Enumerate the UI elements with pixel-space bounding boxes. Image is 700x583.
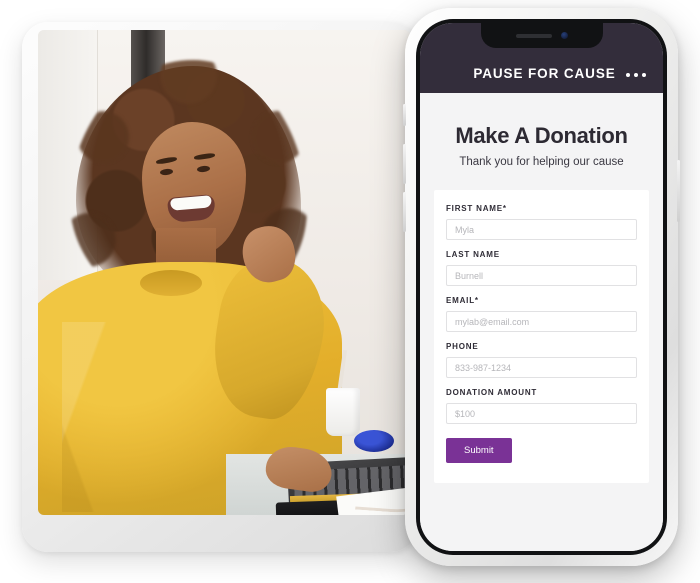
phone-screen: PAUSE FOR CAUSE Make A Donation Thank yo… bbox=[420, 23, 663, 551]
tablet-device bbox=[22, 22, 417, 552]
phone-power-button[interactable] bbox=[677, 160, 680, 222]
photo-smile bbox=[166, 193, 217, 224]
field-donation-amount: DONATION AMOUNT bbox=[446, 388, 637, 424]
donation-app: PAUSE FOR CAUSE Make A Donation Thank yo… bbox=[420, 23, 663, 551]
photo-eye-left bbox=[159, 168, 174, 176]
kebab-dot bbox=[642, 73, 646, 77]
tablet-screen bbox=[38, 30, 410, 515]
app-body: Make A Donation Thank you for helping ou… bbox=[420, 93, 663, 551]
photo-blue-scrunchie bbox=[354, 430, 394, 452]
donation-amount-input[interactable] bbox=[446, 403, 637, 424]
phone-label: PHONE bbox=[446, 342, 479, 351]
last-name-label: LAST NAME bbox=[446, 250, 500, 259]
page-subtitle: Thank you for helping our cause bbox=[459, 156, 624, 168]
front-camera-icon bbox=[560, 32, 568, 39]
phone-input[interactable] bbox=[446, 357, 637, 378]
photo-coffee-cup bbox=[326, 388, 360, 436]
phone-frame: PAUSE FOR CAUSE Make A Donation Thank yo… bbox=[416, 19, 667, 555]
app-brand-title: PAUSE FOR CAUSE bbox=[473, 66, 616, 81]
donation-form-card: FIRST NAME* LAST NAME EMAIL* bbox=[434, 190, 649, 483]
photo-cable bbox=[355, 479, 410, 515]
field-email: EMAIL* bbox=[446, 296, 637, 332]
phone-notch bbox=[480, 23, 603, 48]
phone-device: PAUSE FOR CAUSE Make A Donation Thank yo… bbox=[403, 8, 680, 566]
kebab-dot bbox=[626, 73, 630, 77]
first-name-label: FIRST NAME* bbox=[446, 204, 507, 213]
mockup-scene: PAUSE FOR CAUSE Make A Donation Thank yo… bbox=[0, 0, 700, 583]
phone-volume-down-button[interactable] bbox=[403, 192, 406, 232]
email-input[interactable] bbox=[446, 311, 637, 332]
submit-button[interactable]: Submit bbox=[446, 438, 512, 463]
kebab-dot bbox=[634, 73, 638, 77]
photo-eye-right bbox=[196, 165, 211, 173]
photo-woman-at-laptop bbox=[38, 30, 410, 515]
page-title: Make A Donation bbox=[455, 123, 628, 148]
earpiece-speaker-icon bbox=[515, 33, 552, 38]
photo-teeth bbox=[170, 195, 212, 211]
phone-volume-up-button[interactable] bbox=[403, 144, 406, 184]
field-last-name: LAST NAME bbox=[446, 250, 637, 286]
first-name-input[interactable] bbox=[446, 219, 637, 240]
photo-eyebrow-right bbox=[193, 152, 216, 161]
donation-amount-label: DONATION AMOUNT bbox=[446, 388, 538, 397]
phone-silent-switch[interactable] bbox=[403, 104, 406, 126]
photo-eyebrow-left bbox=[155, 156, 178, 165]
email-label: EMAIL* bbox=[446, 296, 479, 305]
last-name-input[interactable] bbox=[446, 265, 637, 286]
kebab-menu-icon[interactable] bbox=[626, 73, 646, 81]
hero-section: Make A Donation Thank you for helping ou… bbox=[434, 93, 649, 190]
field-phone: PHONE bbox=[446, 342, 637, 378]
field-first-name: FIRST NAME* bbox=[446, 204, 637, 240]
